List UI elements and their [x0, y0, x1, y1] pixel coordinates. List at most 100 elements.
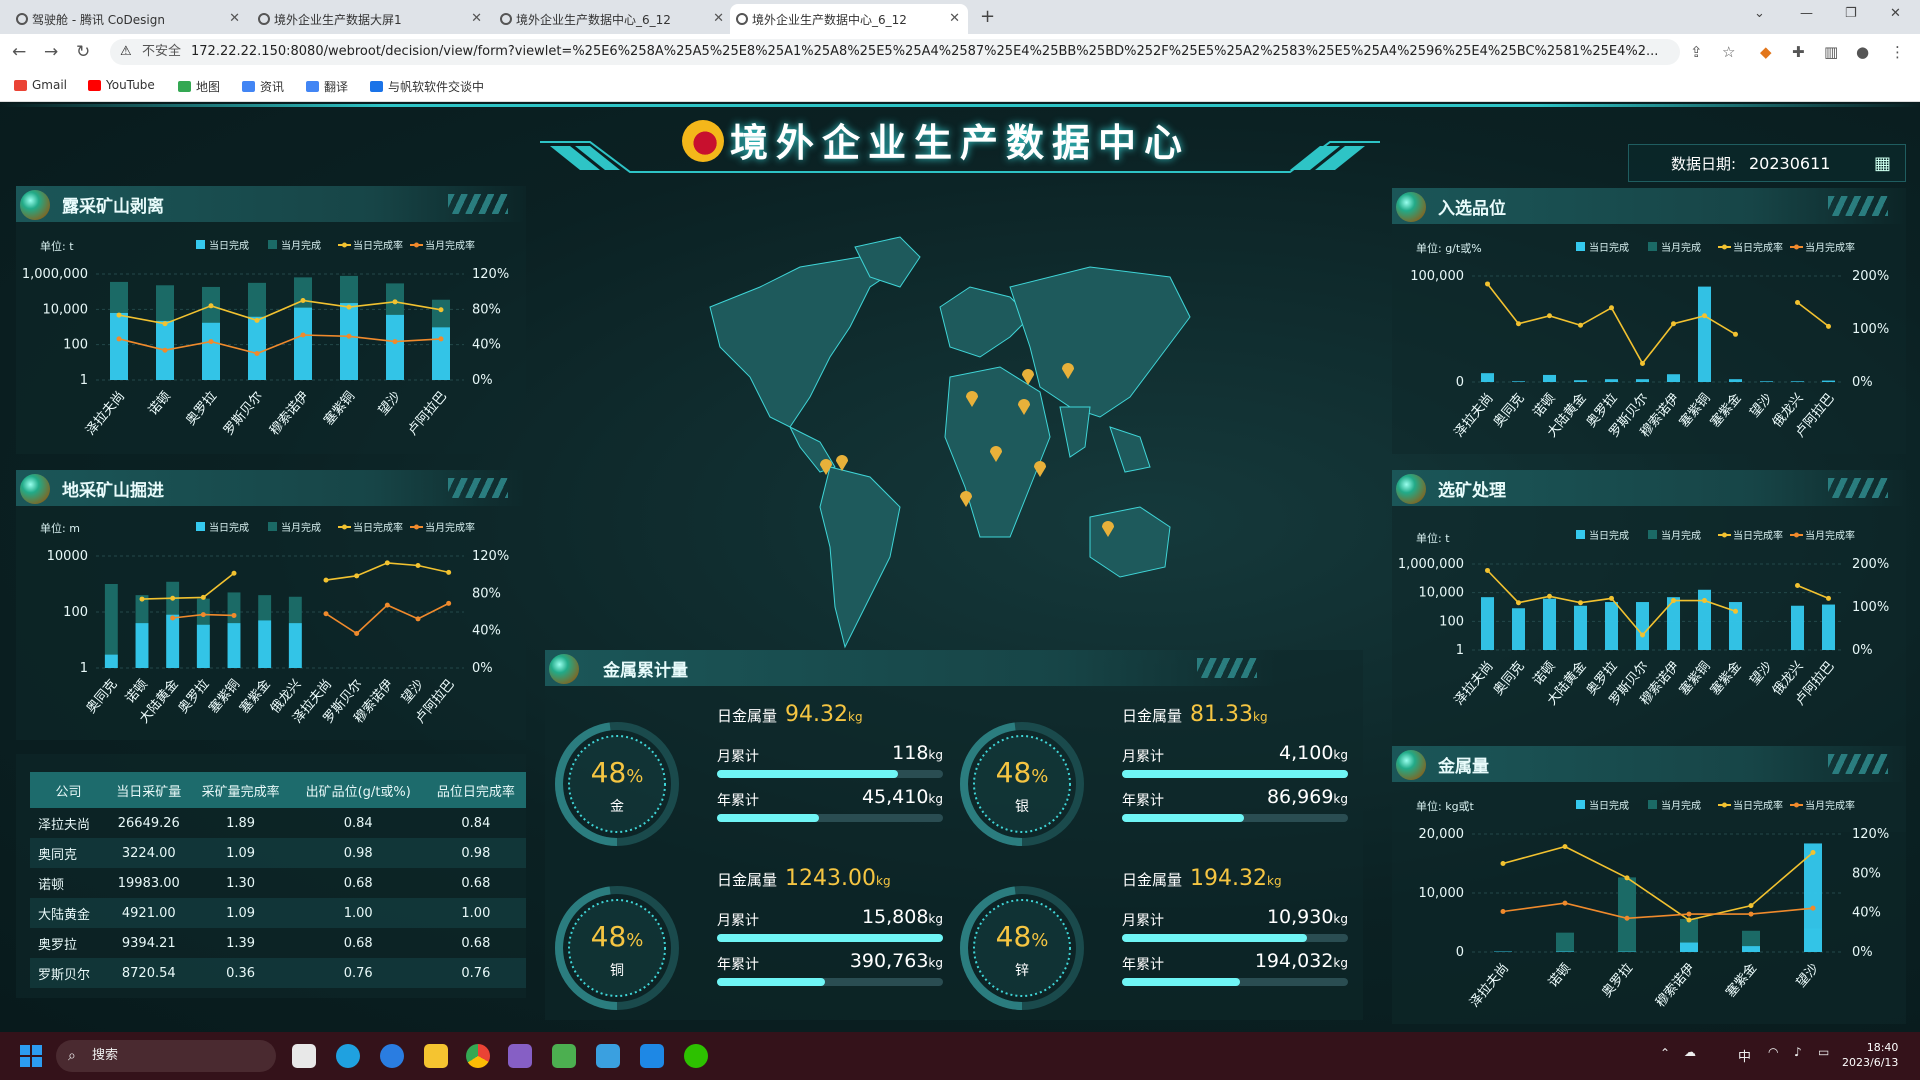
chevron-up-icon[interactable]: ⌃ [1660, 1046, 1670, 1060]
progress-fill [1122, 934, 1308, 942]
share-icon[interactable]: ⇪ [1690, 43, 1703, 61]
rate-point [116, 336, 122, 342]
chart-legend: 当日完成 当月完成 当日完成率 当月完成率 [196, 239, 475, 252]
rate-point [1547, 313, 1552, 319]
tab-codesign[interactable]: 驾驶舱 - 腾讯 CoDesign ✕ [10, 4, 248, 34]
tab-data-center-active[interactable]: 境外企业生产数据中心_6_12 ✕ [730, 4, 968, 34]
restore-button[interactable]: ❐ [1845, 6, 1857, 21]
x-tick-label: 塞紫铜 [1676, 658, 1713, 698]
legend-label: 当日完成率 [353, 521, 403, 534]
rate-line [1502, 845, 1814, 921]
map-southeast-asia [1109, 426, 1151, 473]
extensions-icon[interactable]: ✚ [1792, 43, 1805, 61]
battery-icon[interactable]: ▭ [1818, 1045, 1829, 1059]
legend-swatch [1576, 530, 1585, 539]
tab-search-icon[interactable]: ⌄ [1754, 6, 1765, 21]
system-clock[interactable]: 18:40 2023/6/13 [1842, 1040, 1898, 1070]
orb-icon [549, 654, 579, 684]
rate-point [1795, 300, 1800, 305]
bookmark-youtube[interactable]: YouTube [88, 78, 155, 92]
bookmark-translate[interactable]: 翻译 [306, 78, 348, 95]
bookmark-maps[interactable]: 地图 [178, 78, 220, 95]
reload-icon[interactable]: ↻ [76, 42, 90, 62]
back-icon[interactable]: ← [12, 42, 26, 62]
y2-tick-label: 100% [1852, 322, 1889, 337]
calendar-icon[interactable]: ▦ [1874, 145, 1891, 183]
wechat-icon[interactable] [684, 1044, 708, 1068]
legend-label: 当日完成 [209, 239, 249, 252]
legend-swatch [1648, 242, 1657, 251]
windows-start-icon[interactable] [20, 1045, 42, 1067]
y2-tick-label: 40% [472, 624, 501, 639]
ime-indicator[interactable]: 中 [1738, 1046, 1751, 1065]
minimize-button[interactable]: — [1800, 6, 1813, 21]
app-icon[interactable] [640, 1044, 664, 1068]
metamask-extension-icon[interactable]: ◆ [1760, 43, 1772, 61]
rate-point [1562, 900, 1568, 906]
progress-track [1122, 978, 1348, 986]
table-row: 大陆黄金 4921.00 1.09 1.00 1.00 [30, 898, 526, 928]
y-tick-label: 100,000 [1410, 269, 1464, 284]
date-picker[interactable]: 数据日期: 20230611 ▦ [1628, 144, 1906, 182]
news-icon [242, 81, 255, 92]
panel-metal: 金属量 单位: kg或t 当日完成 当月完成 当日完成率 当月完成率 0 10,000 20… [1392, 746, 1906, 1024]
bookmark-fanruan[interactable]: 与帆软软件交谈中 [370, 78, 484, 95]
bookmark-gmail[interactable]: Gmail [14, 78, 67, 92]
y2-tick-label: 40% [472, 338, 501, 353]
taskbar-search[interactable]: ⌕ 搜索 [56, 1040, 276, 1072]
bookmark-star-icon[interactable]: ☆ [1722, 43, 1735, 61]
legend-label: 当月完成率 [425, 521, 475, 534]
tab-dashboard-1[interactable]: 境外企业生产数据大屏1 ✕ [252, 4, 490, 34]
wifi-icon[interactable]: ◠ [1768, 1045, 1778, 1059]
panel-underground: 地采矿山掘进 单位: m 当日完成 当月完成 当日完成率 当月完成率 1 100 10000… [16, 470, 526, 740]
url-field[interactable]: ⚠ 不安全 172.22.22.150:8080/webroot/decision… [110, 39, 1680, 65]
rate-point [162, 347, 168, 353]
forward-icon[interactable]: → [44, 42, 58, 62]
chrome-icon[interactable] [466, 1044, 490, 1068]
cloud-icon[interactable]: ☁ [1684, 1045, 1696, 1059]
bar-daily [1604, 379, 1619, 382]
legend-swatch [268, 522, 277, 531]
panel-title: 入选品位 [1438, 199, 1506, 219]
sidepanel-icon[interactable]: ▥ [1824, 43, 1838, 61]
table-header-row: 公司 当日采矿量 采矿量完成率 出矿品位(g/t或%) 品位日完成率 [30, 772, 526, 808]
profile-avatar-icon[interactable]: ● [1856, 43, 1869, 61]
x-tick-label: 望沙 [375, 388, 404, 418]
visual-studio-icon[interactable] [508, 1044, 532, 1068]
gmail-icon [14, 79, 27, 91]
column-header: 采矿量完成率 [190, 772, 291, 808]
close-tab-icon[interactable]: ✕ [713, 11, 724, 26]
x-tick-label: 奥同克 [84, 677, 121, 717]
close-tab-icon[interactable]: ✕ [471, 11, 482, 26]
close-tab-icon[interactable]: ✕ [949, 11, 960, 26]
close-window-button[interactable]: ✕ [1890, 6, 1901, 21]
tab-data-center[interactable]: 境外企业生产数据中心_6_12 ✕ [494, 4, 732, 34]
y2-tick-label: 80% [1852, 866, 1881, 881]
y2-tick-label: 0% [472, 661, 493, 676]
y-tick-label: 0 [1456, 375, 1464, 390]
volume-icon[interactable]: ♪ [1794, 1045, 1802, 1059]
bar-daily [196, 624, 210, 668]
app-icon[interactable] [552, 1044, 576, 1068]
legend-dot [342, 524, 347, 530]
close-tab-icon[interactable]: ✕ [229, 11, 240, 26]
feishu-icon[interactable] [380, 1044, 404, 1068]
store-icon[interactable] [292, 1044, 316, 1068]
progress-fill [1122, 978, 1240, 986]
address-bar-row: ← → ↻ ⚠ 不安全 172.22.22.150:8080/webroot/de… [0, 34, 1920, 70]
bookmark-news[interactable]: 资讯 [242, 78, 284, 95]
y2-tick-label: 100% [1852, 600, 1889, 615]
rate-point [438, 336, 444, 342]
file-explorer-icon[interactable] [424, 1044, 448, 1068]
app-icon[interactable] [596, 1044, 620, 1068]
bar-daily [1790, 381, 1805, 382]
menu-kebab-icon[interactable]: ⋮ [1890, 43, 1905, 61]
rate-point [1609, 595, 1614, 601]
legend-swatch [196, 522, 205, 531]
rate-point [170, 595, 176, 601]
rate-point [116, 312, 122, 318]
security-label: 不安全 [142, 44, 182, 59]
panel-header: 选矿处理 [1392, 470, 1906, 506]
edge-icon[interactable] [336, 1044, 360, 1068]
new-tab-button[interactable]: + [980, 6, 995, 27]
